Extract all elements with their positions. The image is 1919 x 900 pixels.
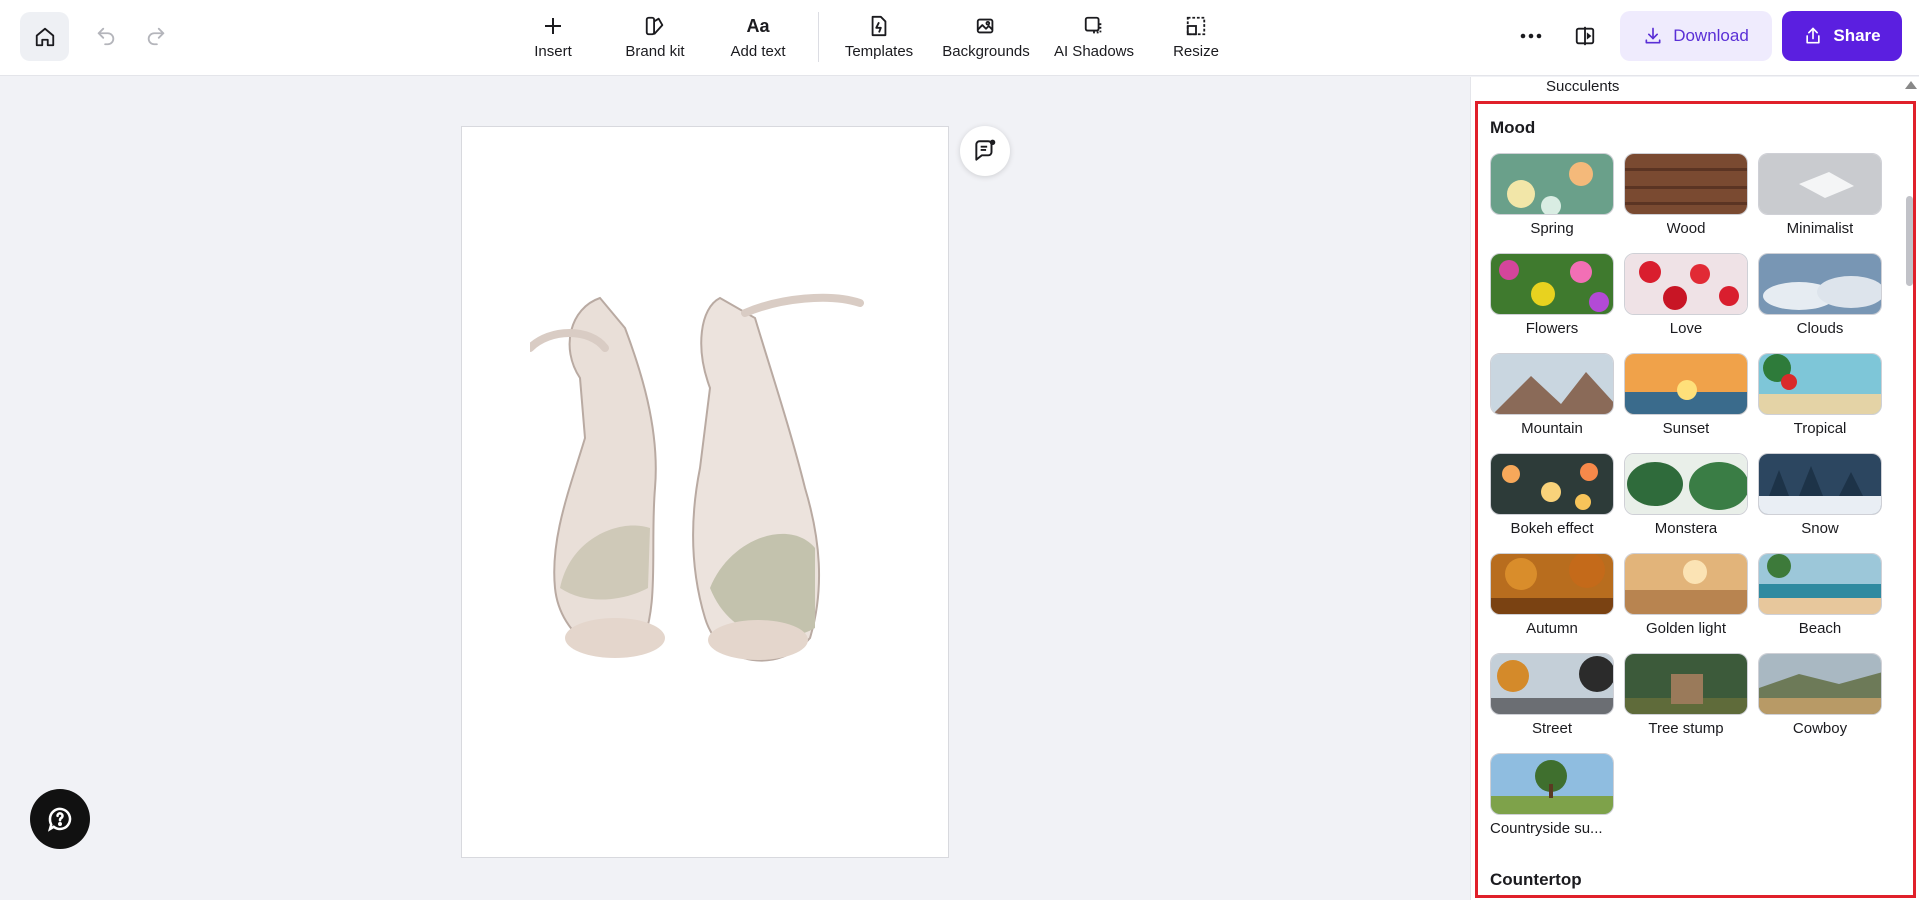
- backgrounds-icon: [976, 18, 994, 34]
- backgrounds-label: Backgrounds: [942, 43, 1030, 60]
- background-tile-label: Autumn: [1526, 620, 1578, 637]
- background-tile-tree-stump[interactable]: Tree stump: [1624, 653, 1748, 737]
- toolbar-divider: [818, 12, 819, 62]
- more-dots-icon: [1520, 33, 1542, 39]
- background-tile-label: Snow: [1801, 520, 1839, 537]
- resize-button[interactable]: Resize: [1148, 8, 1244, 68]
- resize-label: Resize: [1173, 43, 1219, 60]
- download-icon: [1645, 27, 1661, 44]
- ai-shadows-icon: [1084, 16, 1102, 34]
- add-text-label: Add text: [730, 43, 786, 60]
- mood-backgrounds-grid: Spring Wood Minimalist Flowers Love Clou…: [1490, 153, 1882, 837]
- top-toolbar: Insert Brand kit Aa Add text Templates B…: [0, 0, 1919, 76]
- background-tile-label: Wood: [1666, 220, 1706, 237]
- brand-kit-button[interactable]: Brand kit: [607, 8, 703, 68]
- home-icon: [35, 27, 54, 46]
- background-tile-wood[interactable]: Wood: [1624, 153, 1748, 237]
- backgrounds-button[interactable]: Backgrounds: [938, 8, 1034, 68]
- home-button[interactable]: [20, 12, 69, 61]
- background-tile-street[interactable]: Street: [1490, 653, 1614, 737]
- background-tile-minimalist[interactable]: Minimalist: [1758, 153, 1882, 237]
- background-tile-bokeh-effect[interactable]: Bokeh effect: [1490, 453, 1614, 537]
- background-tile-label: Flowers: [1525, 320, 1579, 337]
- background-tile-love[interactable]: Love: [1624, 253, 1748, 337]
- brand-kit-icon: [645, 16, 664, 36]
- templates-button[interactable]: Templates: [831, 8, 927, 68]
- download-label: Download: [1673, 26, 1749, 45]
- background-tile-cowboy[interactable]: Cowboy: [1758, 653, 1882, 737]
- product-image-sandals[interactable]: [526, 288, 870, 678]
- background-tile-monstera[interactable]: Monstera: [1624, 453, 1748, 537]
- background-tile-label: Tropical: [1793, 420, 1847, 437]
- share-button[interactable]: Share: [1782, 11, 1902, 61]
- help-button[interactable]: [30, 789, 90, 849]
- background-tile-label: Golden light: [1645, 620, 1727, 637]
- add-text-button[interactable]: Aa Add text: [710, 8, 806, 68]
- section-title-countertop: Countertop: [1490, 870, 1582, 889]
- background-tile-label: Tree stump: [1648, 720, 1724, 737]
- plus-icon: [545, 18, 561, 34]
- more-options-button[interactable]: [1513, 18, 1549, 54]
- background-tile-snow[interactable]: Snow: [1758, 453, 1882, 537]
- share-icon: [1806, 27, 1821, 44]
- prev-category-label: Succulents: [1546, 78, 1620, 95]
- comment-icon: [975, 139, 996, 161]
- resize-icon: [1186, 16, 1206, 36]
- compare-button[interactable]: [1567, 18, 1603, 54]
- background-tile-tropical[interactable]: Tropical: [1758, 353, 1882, 437]
- background-tile-label: Love: [1669, 320, 1703, 337]
- comment-button[interactable]: [960, 126, 1010, 176]
- background-tile-label: Sunset: [1662, 420, 1710, 437]
- background-tile-clouds[interactable]: Clouds: [1758, 253, 1882, 337]
- insert-button[interactable]: Insert: [505, 8, 601, 68]
- background-tile-label: Spring: [1530, 220, 1574, 237]
- templates-icon: [871, 15, 887, 37]
- compare-icon: [1575, 26, 1595, 46]
- brand-kit-label: Brand kit: [625, 43, 685, 60]
- background-tile-label: Countryside su...: [1490, 820, 1603, 837]
- redo-icon: [147, 27, 165, 46]
- background-tile-label: Street: [1531, 720, 1573, 737]
- background-tile-label: Clouds: [1796, 320, 1844, 337]
- background-tile-mountain[interactable]: Mountain: [1490, 353, 1614, 437]
- background-tile-label: Mountain: [1521, 420, 1583, 437]
- undo-button[interactable]: [88, 18, 124, 54]
- ai-shadows-button[interactable]: AI Shadows: [1046, 8, 1142, 68]
- background-tile-label: Beach: [1798, 620, 1842, 637]
- help-question-icon: [47, 807, 72, 832]
- background-tile-label: Minimalist: [1786, 220, 1854, 237]
- templates-label: Templates: [844, 43, 914, 60]
- insert-label: Insert: [534, 43, 572, 60]
- download-button[interactable]: Download: [1620, 11, 1772, 61]
- background-tile-label: Cowboy: [1792, 720, 1848, 737]
- background-tile-flowers[interactable]: Flowers: [1490, 253, 1614, 337]
- background-tile-label: Bokeh effect: [1510, 520, 1594, 537]
- background-tile-label: Monstera: [1654, 520, 1718, 537]
- background-tile-golden-light[interactable]: Golden light: [1624, 553, 1748, 637]
- background-tile-beach[interactable]: Beach: [1758, 553, 1882, 637]
- share-label: Share: [1833, 26, 1881, 45]
- section-title-mood: Mood: [1490, 118, 1536, 137]
- ai-shadows-label: AI Shadows: [1053, 43, 1135, 60]
- text-aa-icon: Aa: [746, 15, 770, 36]
- undo-icon: [97, 27, 115, 46]
- background-tile-autumn[interactable]: Autumn: [1490, 553, 1614, 637]
- background-tile-countryside[interactable]: Countryside su...: [1490, 753, 1614, 837]
- background-tile-sunset[interactable]: Sunset: [1624, 353, 1748, 437]
- redo-button[interactable]: [138, 18, 174, 54]
- background-tile-spring[interactable]: Spring: [1490, 153, 1614, 237]
- scroll-up-arrow-icon[interactable]: [1905, 81, 1917, 89]
